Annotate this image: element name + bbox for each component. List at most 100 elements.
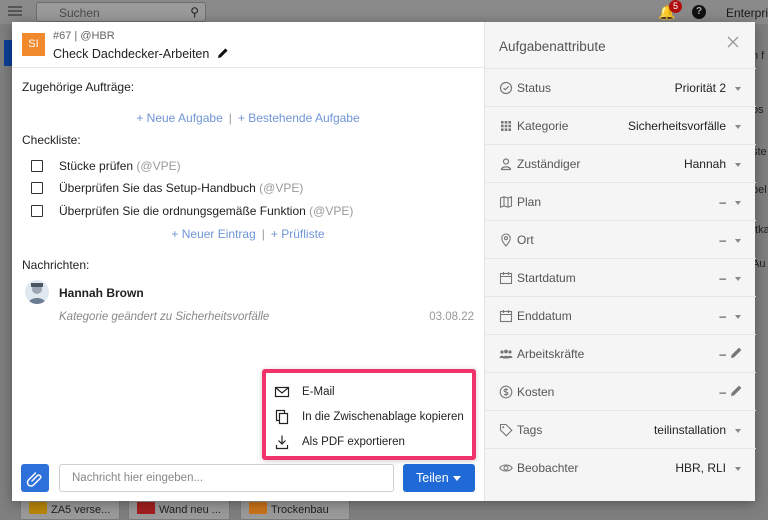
chevron-down-icon (735, 163, 741, 167)
caret-down-icon (453, 476, 461, 481)
attr-workers[interactable]: Arbeitskräfte – (485, 334, 756, 372)
share-clipboard-item[interactable]: In die Zwischenablage kopieren (274, 406, 470, 428)
attr-location[interactable]: Ort – (485, 220, 756, 258)
attr-name: Plan (517, 195, 542, 209)
attr-name: Beobachter (517, 461, 579, 475)
attr-value: Hannah (683, 157, 726, 171)
attr-name: Ort (517, 233, 534, 247)
status-check-icon (499, 81, 513, 95)
close-icon[interactable] (727, 36, 739, 48)
task-title[interactable]: Check Dachdecker-Arbeiten (53, 47, 229, 61)
message-composer: Teilen (12, 461, 484, 501)
link-separator: | (228, 111, 232, 125)
message-date: 03.08.22 (429, 311, 474, 323)
attr-name: Startdatum (517, 271, 576, 285)
checklist-item-user: (@VPE) (136, 159, 181, 173)
attr-costs[interactable]: Kosten – (485, 372, 756, 410)
attributes-panel: Aufgabenattribute Status Priorität 2 Kat… (484, 22, 756, 501)
chip-label: Trockenbau (271, 504, 329, 516)
attr-plan[interactable]: Plan – (485, 182, 756, 220)
attr-value: Priorität 2 (674, 81, 726, 95)
message-input[interactable] (59, 464, 394, 492)
new-task-link[interactable]: + Neue Aufgabe (136, 111, 222, 125)
attr-value: – (719, 271, 726, 285)
chevron-down-icon (735, 277, 741, 281)
eye-icon (499, 464, 513, 472)
attr-tags[interactable]: Tags teilinstallation (485, 410, 756, 448)
task-detail-panel: SI #67 | @HBR Check Dachdecker-Arbeiten … (12, 22, 484, 501)
attr-name: Kosten (517, 385, 555, 399)
attr-category[interactable]: Kategorie Sicherheitsvorfälle (485, 106, 756, 144)
related-orders-links: + Neue Aufgabe | + Bestehende Aufgabe (12, 111, 484, 125)
checklist-item-text: Stücke prüfen (59, 159, 134, 173)
message-text: Kategorie geändert zu Sicherheitsvorfäll… (59, 311, 270, 323)
user-menu[interactable]: Enterpri (726, 6, 768, 20)
tag-icon (499, 423, 513, 437)
grid-icon (501, 121, 511, 131)
pencil-icon[interactable] (217, 47, 229, 59)
help-icon[interactable]: ? (692, 5, 706, 19)
chevron-down-icon (735, 87, 741, 91)
existing-task-link[interactable]: + Bestehende Aufgabe (238, 111, 360, 125)
share-item-label: E-Mail (302, 386, 335, 398)
attr-status[interactable]: Status Priorität 2 (485, 68, 756, 106)
task-header: SI #67 | @HBR Check Dachdecker-Arbeiten (12, 22, 484, 68)
pencil-icon[interactable] (730, 346, 743, 359)
attr-value: teilinstallation (653, 423, 726, 437)
background-chip: Wand neu ... (128, 500, 230, 520)
pencil-icon[interactable] (730, 384, 743, 397)
attr-name: Zuständiger (517, 157, 581, 171)
attr-value: – (719, 195, 726, 209)
menu-icon[interactable] (8, 6, 22, 16)
person-icon (500, 158, 512, 171)
chevron-down-icon (735, 201, 741, 205)
chip-label: Wand neu ... (159, 504, 221, 516)
checkbox[interactable] (31, 160, 43, 172)
checklist-item-user: (@VPE) (259, 181, 304, 195)
map-icon (499, 196, 513, 208)
attr-value: Sicherheitsvorfälle (627, 119, 726, 133)
checklist-item[interactable]: Überprüfen Sie das Setup-Handbuch (@VPE) (31, 181, 303, 195)
attr-end-date[interactable]: Enddatum – (485, 296, 756, 334)
chip-swatch (249, 502, 267, 514)
notification-badge: 5 (669, 0, 682, 13)
task-title-text: Check Dachdecker-Arbeiten (53, 47, 210, 61)
envelope-icon (274, 386, 290, 398)
checkbox[interactable] (31, 205, 43, 217)
search-icon[interactable]: ⚲ (190, 5, 199, 19)
checklist-item[interactable]: Stücke prüfen (@VPE) (31, 159, 181, 173)
attr-value: – (719, 347, 726, 361)
background-chip: ZA5 verse... (20, 500, 120, 520)
share-button-label: Teilen (416, 471, 449, 485)
attr-observers[interactable]: Beobachter HBR, RLI (485, 448, 756, 486)
chip-label: ZA5 verse... (51, 504, 111, 516)
checklist-item-text: Überprüfen Sie das Setup-Handbuch (59, 181, 256, 195)
attr-name: Kategorie (517, 119, 569, 133)
share-email-item[interactable]: E-Mail (274, 381, 470, 403)
share-pdf-item[interactable]: Als PDF exportieren (274, 431, 470, 453)
search-placeholder: Suchen (59, 6, 100, 20)
chip-swatch (29, 502, 47, 514)
attr-name: Arbeitskräfte (517, 347, 585, 361)
search-field[interactable]: Suchen ⚲ (36, 2, 206, 22)
checklist-item-user: (@VPE) (309, 204, 354, 218)
calendar-icon (499, 272, 513, 285)
messages-label: Nachrichten: (22, 258, 90, 272)
checklist-label: Checkliste: (22, 133, 81, 147)
chip-swatch (137, 502, 155, 514)
new-entry-link[interactable]: + Neuer Eintrag (171, 227, 255, 241)
share-item-label: In die Zwischenablage kopieren (302, 411, 464, 423)
attr-assignee[interactable]: Zuständiger Hannah (485, 144, 756, 182)
attach-button[interactable] (21, 464, 49, 492)
checklist-item[interactable]: Überprüfen Sie die ordnungsgemäße Funkti… (31, 204, 353, 218)
chevron-down-icon (735, 467, 741, 471)
share-button[interactable]: Teilen (403, 464, 475, 492)
attr-start-date[interactable]: Startdatum – (485, 258, 756, 296)
add-checklist-link[interactable]: + Prüfliste (271, 227, 325, 241)
checkbox[interactable] (31, 182, 43, 194)
attr-value: – (719, 233, 726, 247)
task-reference: #67 | @HBR (53, 30, 115, 42)
attr-value: – (719, 309, 726, 323)
dollar-icon (499, 385, 513, 399)
link-separator: | (261, 227, 265, 241)
